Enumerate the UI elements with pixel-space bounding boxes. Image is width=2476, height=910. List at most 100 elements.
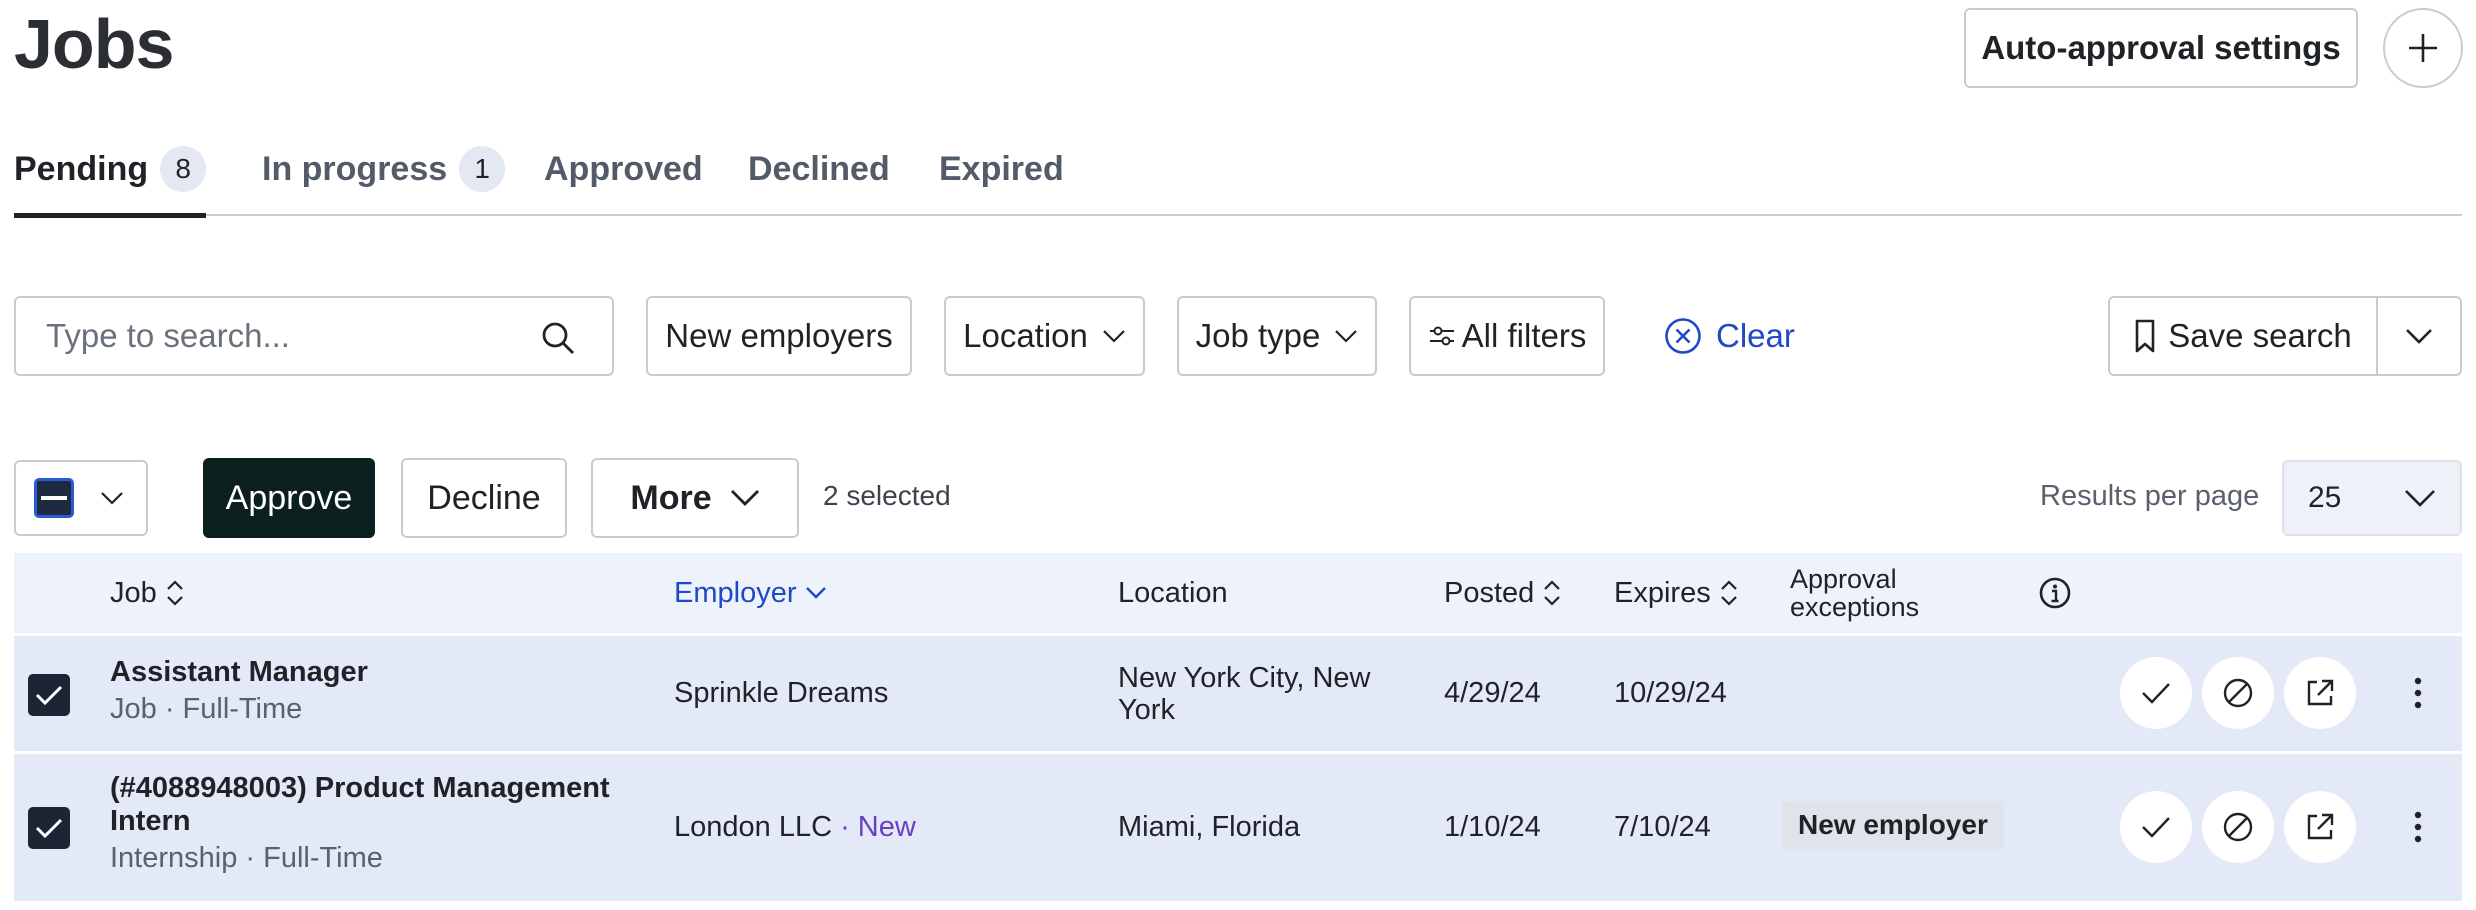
results-per-page-label: Results per page <box>2040 480 2260 512</box>
table-header: Job Employer Location Posted Expires App… <box>14 553 2462 633</box>
count-badge: 1 <box>459 146 506 192</box>
select-all-checkbox[interactable] <box>34 478 74 518</box>
auto-approval-settings-button[interactable]: Auto-approval settings <box>1964 8 2358 88</box>
column-expires[interactable]: Expires <box>1614 553 1739 633</box>
table-row[interactable]: (#4088948003) Product Management Intern … <box>14 751 2462 901</box>
more-label: More <box>630 478 712 517</box>
add-job-button[interactable] <box>2383 8 2463 88</box>
kebab-icon <box>2414 811 2422 843</box>
check-icon <box>2142 683 2170 704</box>
sort-icon <box>1544 580 1561 606</box>
info-icon[interactable] <box>2038 553 2072 633</box>
column-posted[interactable]: Posted <box>1444 553 1562 633</box>
filter-label: New employers <box>665 317 893 354</box>
tab-label: In progress <box>262 150 448 188</box>
block-icon <box>2223 678 2253 708</box>
decline-row-button[interactable] <box>2202 657 2274 729</box>
count-badge: 8 <box>160 146 207 192</box>
approve-row-button[interactable] <box>2120 657 2192 729</box>
table-row[interactable]: Assistant Manager Job · Full-Time Sprink… <box>14 633 2462 751</box>
new-employer-tag: · New <box>840 811 916 843</box>
external-link-icon <box>2307 813 2334 840</box>
tab-pending[interactable]: Pending 8 <box>14 146 207 218</box>
employer-name: London LLC <box>674 811 833 843</box>
location-line: York <box>1118 694 1175 726</box>
bulk-decline-button[interactable]: Decline <box>401 458 567 538</box>
tab-label: Approved <box>544 150 703 188</box>
chevron-down-icon[interactable] <box>100 491 124 505</box>
new-employers-filter[interactable]: New employers <box>646 296 912 376</box>
clear-filters-button[interactable]: Clear <box>1664 296 1795 376</box>
filter-label: Location <box>963 317 1088 354</box>
tab-approved[interactable]: Approved <box>544 150 703 216</box>
all-filters-button[interactable]: All filters <box>1409 296 1605 376</box>
column-label: Approval <box>1790 564 1897 594</box>
row-checkbox[interactable] <box>28 674 70 716</box>
approve-row-button[interactable] <box>2120 791 2192 863</box>
location-filter[interactable]: Location <box>944 296 1145 376</box>
column-label: Job <box>110 576 157 609</box>
results-per-page-select[interactable]: 25 <box>2282 460 2462 536</box>
chevron-down-icon <box>1335 330 1358 343</box>
open-external-button[interactable] <box>2284 657 2356 729</box>
sliders-icon <box>1429 326 1454 346</box>
block-icon <box>2223 812 2253 842</box>
expires-cell: 10/29/24 <box>1614 677 1727 709</box>
clear-circle-icon <box>1665 318 1701 354</box>
bulk-approve-button[interactable]: Approve <box>203 458 375 538</box>
column-job[interactable]: Job <box>110 553 185 633</box>
search-icon[interactable] <box>540 320 576 361</box>
job-title[interactable]: Assistant Manager <box>110 656 368 689</box>
external-link-icon <box>2307 679 2334 706</box>
check-icon <box>35 685 63 706</box>
job-title-line: (#4088948003) Product Management <box>110 772 610 804</box>
row-checkbox[interactable] <box>28 807 70 849</box>
row-menu-button[interactable] <box>2398 797 2438 857</box>
select-all-control[interactable] <box>14 460 148 536</box>
tab-label: Declined <box>748 150 890 188</box>
job-subtitle: Job · Full-Time <box>110 693 303 725</box>
plus-icon <box>2409 34 2437 62</box>
row-menu-button[interactable] <box>2398 663 2438 723</box>
location-cell: Miami, Florida <box>1118 811 1301 843</box>
more-actions-button[interactable]: More <box>591 458 799 538</box>
column-label: Expires <box>1614 576 1711 609</box>
column-employer[interactable]: Employer <box>674 553 827 633</box>
job-title[interactable]: (#4088948003) Product Management Intern <box>110 772 610 838</box>
save-search-button[interactable]: Save search <box>2110 298 2378 374</box>
clear-label: Clear <box>1716 317 1795 354</box>
sort-icon <box>166 580 183 606</box>
column-label: Location <box>1118 576 1228 609</box>
job-title-line: Intern <box>110 805 191 837</box>
save-search-dropdown[interactable] <box>2378 298 2460 374</box>
search-input[interactable] <box>46 317 526 355</box>
tab-in-progress[interactable]: In progress 1 <box>262 146 506 216</box>
tab-bar: Pending 8 In progress 1 Approved Decline… <box>14 146 2462 218</box>
job-cell: (#4088948003) Product Management Intern … <box>110 772 610 875</box>
job-subtitle: Internship · Full-Time <box>110 842 383 874</box>
chevron-down-icon <box>1103 330 1125 343</box>
job-cell: Assistant Manager Job · Full-Time <box>110 656 368 726</box>
results-per-page-value: 25 <box>2308 481 2342 514</box>
save-search-group: Save search <box>2108 296 2462 376</box>
tab-declined[interactable]: Declined <box>748 150 890 216</box>
location-line: New York City, New <box>1118 662 1371 694</box>
column-label: Employer <box>674 576 797 609</box>
column-location: Location <box>1118 553 1228 633</box>
tab-expired[interactable]: Expired <box>939 150 1064 216</box>
open-external-button[interactable] <box>2284 791 2356 863</box>
tab-label: Pending <box>14 150 149 188</box>
employer-cell: London LLC · New <box>674 811 916 844</box>
save-search-label: Save search <box>2168 317 2352 354</box>
sort-icon <box>1720 580 1737 606</box>
approval-exception-badge: New employer <box>1782 801 2004 849</box>
posted-cell: 4/29/24 <box>1444 677 1541 709</box>
sort-desc-icon <box>805 587 826 599</box>
decline-row-button[interactable] <box>2202 791 2274 863</box>
selected-count: 2 selected <box>823 480 951 511</box>
check-icon <box>35 818 63 839</box>
column-label: exceptions <box>1790 592 1920 622</box>
job-type-filter[interactable]: Job type <box>1177 296 1377 376</box>
filter-label: Job type <box>1195 317 1321 354</box>
chevron-down-icon <box>2405 490 2435 507</box>
